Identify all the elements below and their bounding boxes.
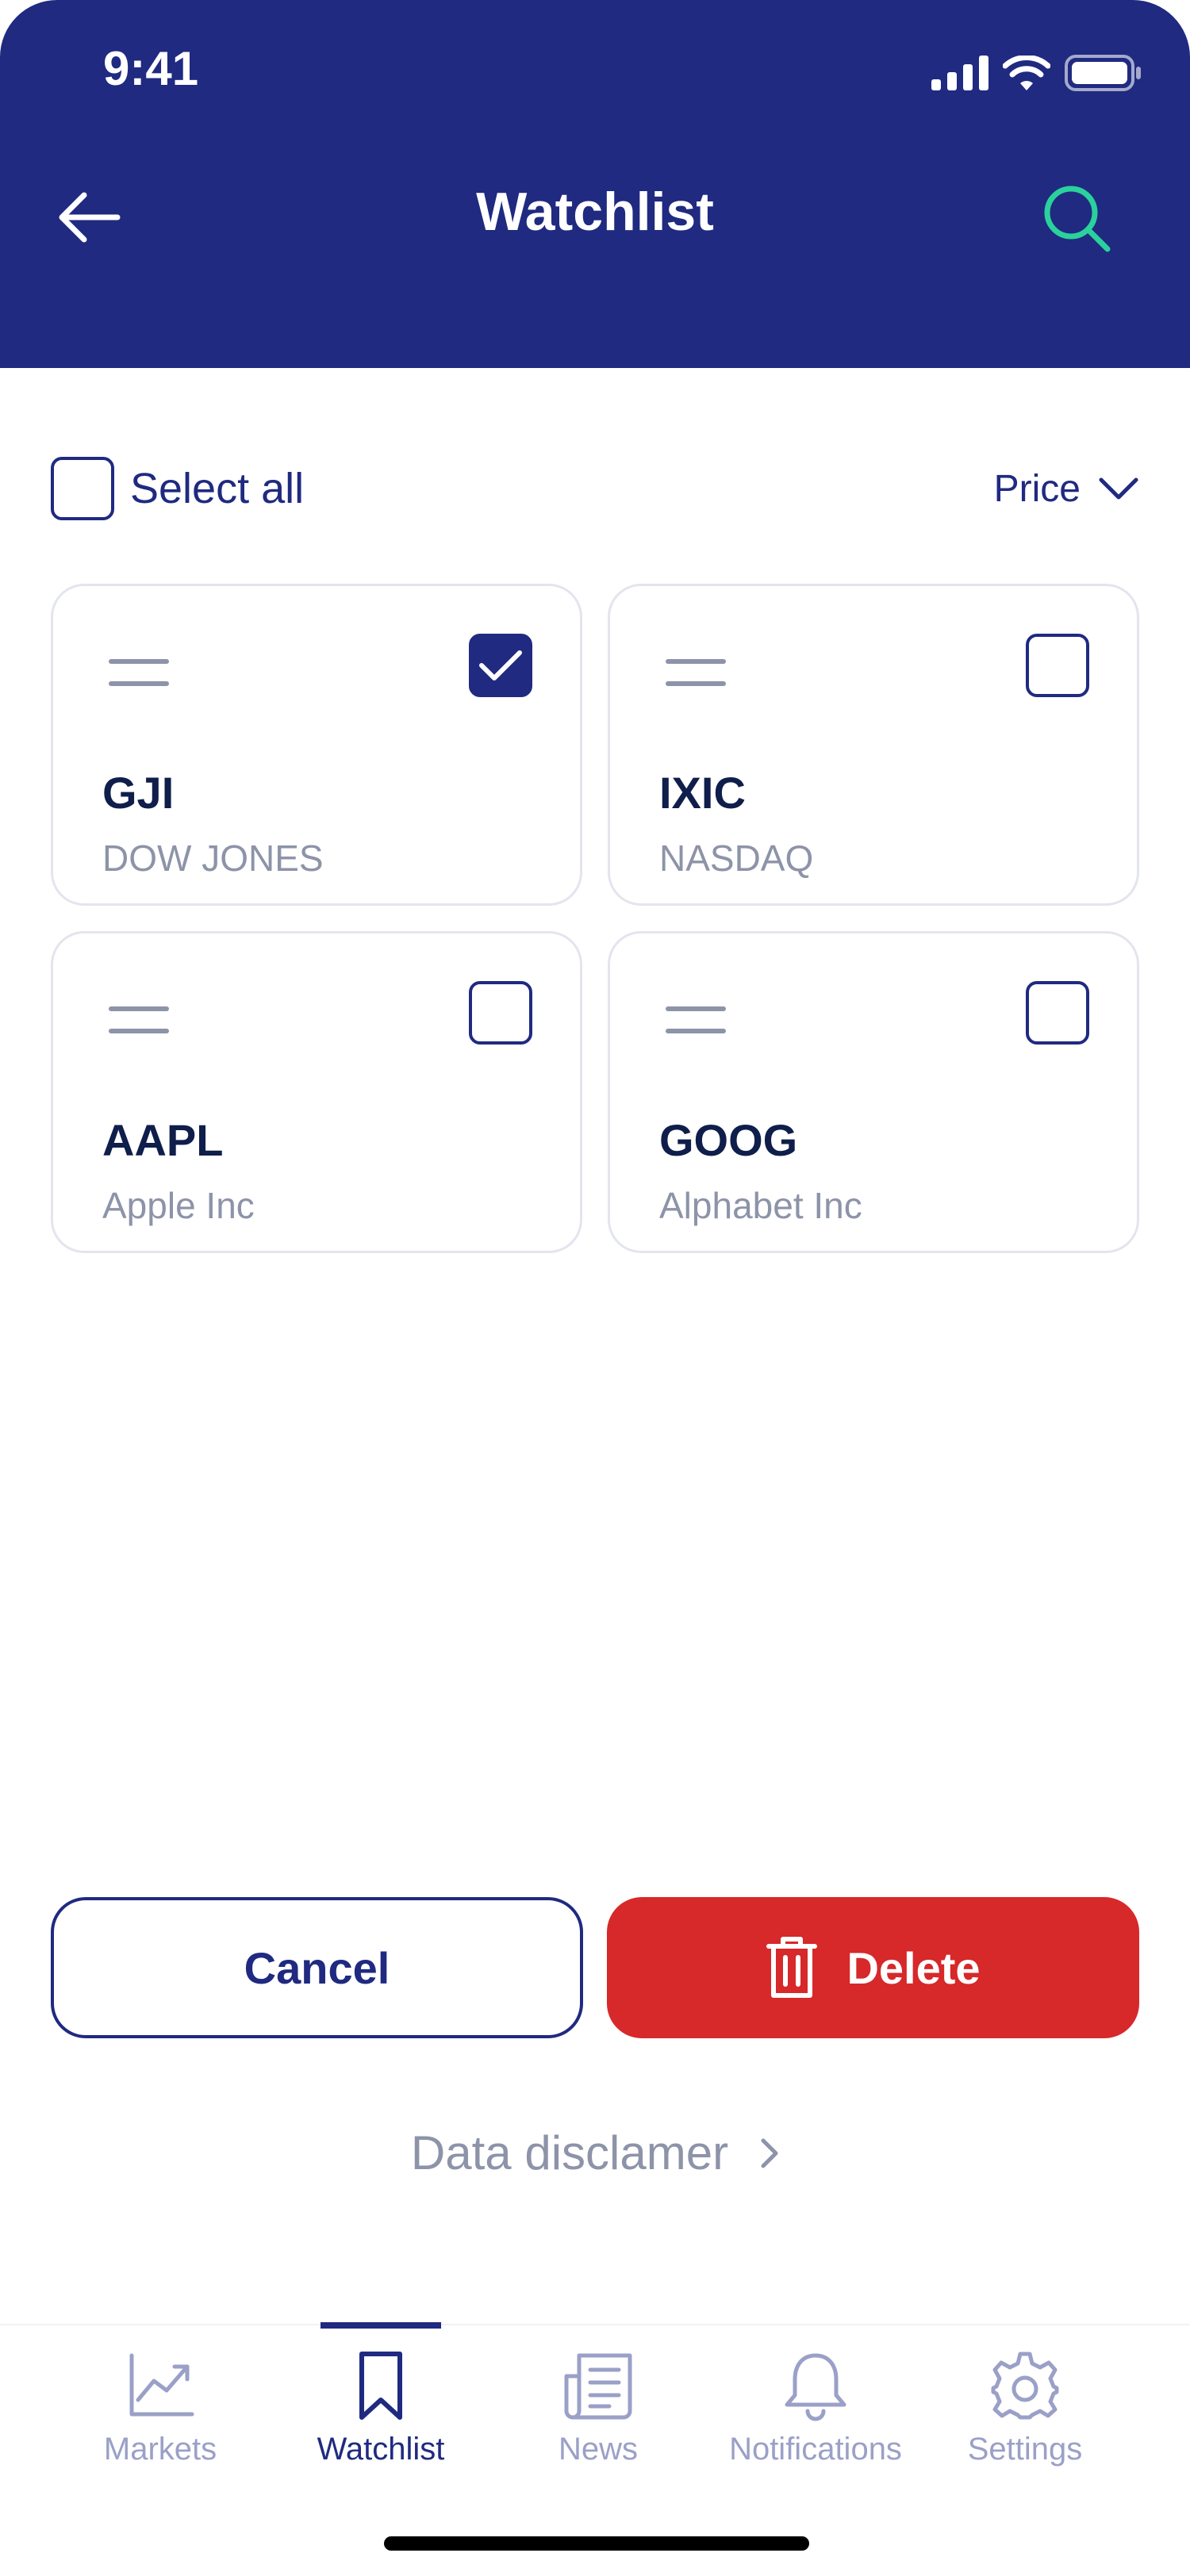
page-title: Watchlist xyxy=(476,182,714,242)
chevron-down-icon xyxy=(1099,477,1138,500)
card-ticker: IXIC xyxy=(659,768,746,818)
drag-handle-icon[interactable] xyxy=(666,656,726,689)
card-checkbox[interactable] xyxy=(469,634,532,697)
app-header: 9:41 Watchlist xyxy=(0,0,1190,368)
drag-handle-icon[interactable] xyxy=(109,656,169,689)
tab-label: Markets xyxy=(103,2432,217,2467)
status-time: 9:41 xyxy=(103,42,199,95)
tab-label: News xyxy=(558,2432,639,2467)
active-tab-indicator xyxy=(321,2322,441,2329)
watchlist-card[interactable]: GOOG Alphabet Inc xyxy=(608,931,1139,1253)
tab-notifications[interactable]: Notifications xyxy=(728,2348,903,2467)
watchlist-card[interactable]: AAPL Apple Inc xyxy=(51,931,582,1253)
card-company: NASDAQ xyxy=(659,838,814,879)
wifi-icon xyxy=(1003,56,1050,90)
status-icons xyxy=(931,51,1142,95)
watchlist-card[interactable]: GJI DOW JONES xyxy=(51,584,582,906)
delete-button-label: Delete xyxy=(846,1942,981,1993)
watchlist-toolbar: Select all Price xyxy=(51,455,1139,522)
data-disclaimer-link[interactable]: Data disclamer xyxy=(0,2126,1190,2180)
tab-label: Notifications xyxy=(729,2432,902,2467)
trash-icon xyxy=(766,1937,818,1998)
sort-label: Price xyxy=(993,467,1081,510)
card-ticker: AAPL xyxy=(102,1115,224,1165)
tab-markets[interactable]: Markets xyxy=(73,2348,248,2467)
card-company: Apple Inc xyxy=(102,1185,255,1226)
card-ticker: GOOG xyxy=(659,1115,798,1165)
drag-handle-icon[interactable] xyxy=(109,1003,169,1037)
card-checkbox[interactable] xyxy=(1026,981,1089,1045)
battery-icon xyxy=(1065,55,1141,91)
tab-settings[interactable]: Settings xyxy=(938,2348,1112,2467)
select-all-label: Select all xyxy=(130,465,305,512)
tab-watchlist[interactable]: Watchlist xyxy=(294,2348,468,2467)
chevron-right-icon xyxy=(761,2138,778,2168)
search-icon xyxy=(1044,186,1111,252)
tab-news[interactable]: News xyxy=(511,2348,685,2467)
card-company: Alphabet Inc xyxy=(659,1185,862,1226)
cancel-button-label: Cancel xyxy=(244,1942,390,1993)
chart-icon xyxy=(129,2353,194,2417)
delete-button[interactable]: Delete xyxy=(607,1897,1139,2038)
cancel-button[interactable]: Cancel xyxy=(51,1897,583,2038)
card-checkbox[interactable] xyxy=(1026,634,1089,697)
action-bar: Cancel Delete xyxy=(51,1897,1139,2038)
bookmark-icon xyxy=(359,2352,402,2420)
gear-icon xyxy=(991,2352,1059,2420)
search-button[interactable] xyxy=(1041,182,1112,254)
home-indicator xyxy=(384,2536,809,2551)
bell-icon xyxy=(785,2353,846,2421)
checkmark-icon xyxy=(479,650,522,680)
card-checkbox[interactable] xyxy=(469,981,532,1045)
card-company: DOW JONES xyxy=(102,838,324,879)
drag-handle-icon[interactable] xyxy=(666,1003,726,1037)
watchlist-card[interactable]: IXIC NASDAQ xyxy=(608,584,1139,906)
newspaper-icon xyxy=(564,2353,632,2420)
tab-label: Watchlist xyxy=(317,2432,445,2467)
select-all-control[interactable]: Select all xyxy=(51,455,304,522)
sort-dropdown[interactable]: Price xyxy=(994,455,1139,522)
select-all-checkbox[interactable] xyxy=(51,457,114,520)
card-ticker: GJI xyxy=(102,768,175,818)
tab-label: Settings xyxy=(967,2432,1083,2467)
disclaimer-label: Data disclamer xyxy=(410,2126,729,2179)
watchlist-grid: GJI DOW JONES IXIC NASDAQ AAPL Apple Inc… xyxy=(51,584,1139,1253)
signal-icon xyxy=(931,56,988,90)
bottom-tab-bar: Markets Watchlist News Notifications Set… xyxy=(0,2322,1190,2576)
